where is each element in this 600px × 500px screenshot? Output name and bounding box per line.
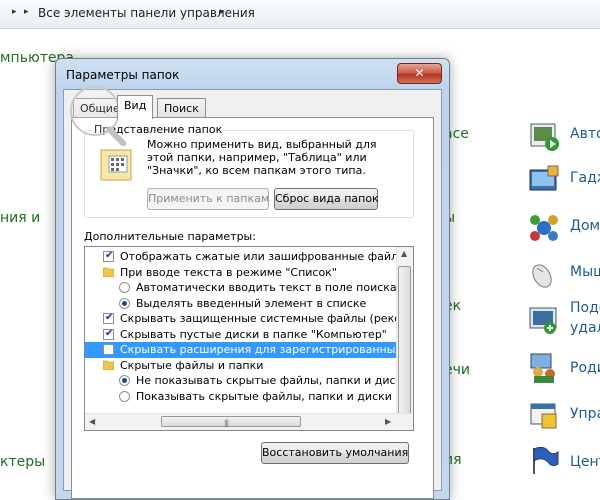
advanced-setting-row[interactable]: Выделять введенный элемент в списке (85, 296, 397, 312)
setting-label: Автоматически вводить текст в поле поиск… (136, 281, 397, 294)
folder-options-dialog: Параметры папок ✕ Общие Вид Поиск Предст… (55, 58, 450, 500)
folder-views-icon (100, 149, 132, 181)
parental-controls-icon[interactable] (528, 352, 560, 384)
advanced-setting-row[interactable]: Не показывать скрытые файлы, папки и дис… (85, 373, 409, 389)
close-icon: ✕ (414, 66, 425, 80)
setting-checkbox[interactable] (103, 250, 114, 262)
cp-link-left-3[interactable]: ктеры (0, 454, 45, 470)
setting-label: Скрытые файлы и папки (120, 358, 264, 372)
setting-radio[interactable] (119, 297, 130, 309)
advanced-setting-row[interactable]: Скрывать расширения для зарегистрированн… (85, 342, 413, 358)
remote-app-icon[interactable] (528, 304, 560, 336)
advanced-settings-list[interactable]: Отображать сжатые или зашифрованные файл… (84, 246, 414, 431)
setting-radio[interactable] (119, 390, 130, 402)
breadcrumb-arrow-icon[interactable]: ▸ (24, 7, 29, 17)
breadcrumb-arrow-icon[interactable]: ▸ (12, 7, 17, 17)
folder-views-group: Представление папок Можно применить вид,… (84, 123, 414, 218)
setting-checkbox[interactable] (103, 344, 114, 355)
vertical-scrollbar[interactable]: ▲ (396, 247, 413, 416)
cp-link-autoplay[interactable]: Авто (570, 126, 600, 142)
reset-folders-button[interactable]: Сброс вида папок (274, 188, 379, 210)
cp-link-left-2[interactable]: ния и (0, 210, 40, 226)
scroll-right-icon[interactable]: ▶ (385, 417, 391, 426)
restore-defaults-button[interactable]: Восстановить умолчания (261, 442, 409, 464)
cp-link-mouse[interactable]: Мыш (570, 264, 600, 280)
setting-label: Не показывать скрытые файлы, папки и дис… (136, 374, 410, 387)
dialog-title: Параметры папок (66, 68, 180, 82)
scroll-left-icon[interactable]: ◀ (89, 417, 95, 426)
scroll-up-icon[interactable]: ▲ (401, 249, 407, 258)
setting-checkbox[interactable] (103, 312, 114, 324)
apply-to-folders-button[interactable]: Применить к папкам (147, 188, 269, 210)
setting-label: Скрывать защищенные системные файлы (рек… (120, 312, 414, 325)
cp-link-action-center[interactable]: Цент (570, 454, 600, 470)
homegroup-icon[interactable] (528, 212, 560, 244)
advanced-setting-row[interactable]: Скрытые файлы и папки (85, 358, 397, 374)
setting-radio[interactable] (119, 282, 130, 293)
advanced-setting-row[interactable]: Скрывать защищенные системные файлы (рек… (85, 311, 413, 327)
action-center-icon[interactable] (528, 444, 560, 476)
folder-icon (102, 267, 115, 278)
folder-views-description: Можно применить вид, выбранный для этой … (147, 138, 377, 177)
address-bar: ▸ ▸ Все элементы панели управления ▸ (0, 0, 600, 29)
horizontal-scrollbar[interactable]: ◀ ||| ▶ (85, 413, 413, 430)
advanced-setting-row[interactable]: Автоматически вводить текст в поле поиск… (85, 280, 397, 296)
advanced-settings-label: Дополнительные параметры: (84, 230, 256, 243)
horizontal-scroll-thumb[interactable]: ||| (161, 416, 301, 427)
cp-link-gadgets[interactable]: Гадж (570, 170, 600, 186)
autoplay-icon[interactable] (528, 120, 560, 152)
breadcrumb-arrow-icon[interactable]: ▸ (220, 7, 225, 17)
setting-label: При вводе текста в режиме "Список" (120, 265, 337, 279)
cp-link-homegroup[interactable]: Дом (570, 218, 600, 234)
cp-link-remote-2[interactable]: удал (570, 320, 600, 336)
setting-radio[interactable] (119, 375, 130, 386)
view-tab-page: Представление папок Можно применить вид,… (71, 117, 434, 499)
mouse-icon[interactable] (528, 258, 560, 290)
setting-label: Скрывать расширения для зарегистрированн… (120, 343, 414, 356)
cp-link-parental[interactable]: Роди (570, 360, 600, 376)
vertical-scroll-thumb[interactable] (398, 266, 411, 416)
advanced-setting-row[interactable]: Скрывать пустые диски в папке "Компьютер… (85, 327, 397, 343)
setting-label: Скрывать пустые диски в папке "Компьютер… (120, 327, 387, 341)
advanced-setting-row[interactable]: При вводе текста в режиме "Список" (85, 265, 397, 281)
tab-view[interactable]: Вид (117, 95, 154, 119)
grip-icon: ||| (224, 419, 229, 427)
cp-link-remote-1[interactable]: Поде (570, 300, 600, 316)
tab-search[interactable]: Поиск (157, 98, 206, 118)
credential-manager-icon[interactable] (528, 400, 560, 432)
dialog-client: Общие Вид Поиск Представление папок Можн… (63, 89, 442, 499)
cp-link-credentials[interactable]: Упра (570, 406, 600, 422)
gadgets-icon[interactable] (528, 164, 560, 196)
setting-label: Отображать сжатые или зашифрованные файл… (120, 250, 414, 263)
setting-label: Показывать скрытые файлы, папки и диски (136, 389, 392, 403)
setting-checkbox[interactable] (103, 328, 114, 340)
advanced-setting-row[interactable]: Показывать скрытые файлы, папки и диски (85, 389, 397, 405)
advanced-setting-row[interactable]: Отображать сжатые или зашифрованные файл… (85, 249, 413, 265)
setting-label: Выделять введенный элемент в списке (136, 296, 367, 310)
folder-icon (102, 360, 115, 371)
close-button[interactable]: ✕ (397, 63, 442, 84)
